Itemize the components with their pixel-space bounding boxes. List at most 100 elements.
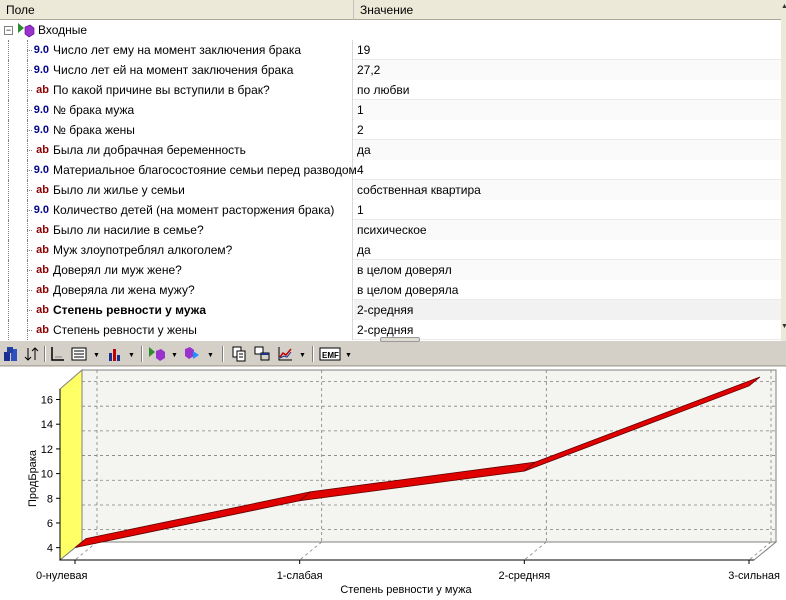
emf-dropdown-icon[interactable]: ▼ bbox=[345, 352, 352, 359]
collapse-icon[interactable]: − bbox=[4, 26, 13, 35]
property-row[interactable]: ab Было ли насилие в семье? психическое bbox=[0, 220, 781, 240]
axis-icon[interactable] bbox=[48, 345, 66, 363]
output-node-icon[interactable] bbox=[183, 345, 201, 363]
tree-line bbox=[27, 190, 32, 191]
tree-root-row[interactable]: − Входные bbox=[0, 20, 781, 40]
tree-line bbox=[27, 90, 32, 91]
toolbar-separator bbox=[141, 346, 143, 362]
tree-line bbox=[27, 310, 32, 311]
property-name: Была ли добрачная беременность bbox=[53, 143, 246, 157]
y-tick-label: 16 bbox=[41, 395, 53, 407]
property-row[interactable]: 9.0 Число лет ей на момент заключения бра… bbox=[0, 60, 781, 80]
property-row[interactable]: 9.0 № брака жены 2 bbox=[0, 120, 781, 140]
tree-line bbox=[8, 40, 9, 60]
property-value[interactable]: 2 bbox=[354, 120, 781, 140]
output-node-dropdown-icon[interactable]: ▼ bbox=[207, 352, 214, 359]
view-options-icon[interactable] bbox=[70, 345, 88, 363]
property-value[interactable]: 1 bbox=[354, 100, 781, 120]
property-value[interactable]: 19 bbox=[354, 40, 781, 60]
property-value[interactable]: да bbox=[354, 140, 781, 160]
tree-line bbox=[8, 80, 9, 100]
text-type-icon: ab bbox=[36, 144, 49, 156]
property-row[interactable]: ab Было ли жилье у семьи собственная кварт… bbox=[0, 180, 781, 200]
property-value[interactable]: да bbox=[354, 240, 781, 260]
bar-chart-dropdown-icon[interactable]: ▼ bbox=[128, 352, 135, 359]
property-row[interactable]: 9.0 № брака мужа 1 bbox=[0, 100, 781, 120]
copy-icon[interactable] bbox=[230, 345, 248, 363]
x-tick-label: 0-нулевая bbox=[36, 570, 87, 582]
property-name-cell[interactable]: 9.0 Число лет ей на момент заключения бра… bbox=[0, 60, 353, 80]
tree-line bbox=[27, 230, 32, 231]
tree-line bbox=[8, 320, 9, 340]
property-name-cell[interactable]: 9.0 Материальное благосостояние семьи пер… bbox=[0, 160, 357, 180]
property-row[interactable]: 9.0 Число лет ему на момент заключения бр… bbox=[0, 40, 781, 60]
tree-line bbox=[8, 160, 9, 180]
property-value[interactable]: 27,2 bbox=[354, 60, 781, 80]
property-name-cell[interactable]: ab Доверял ли муж жене? bbox=[0, 260, 353, 280]
property-row[interactable]: 9.0 Материальное благосостояние семьи пер… bbox=[0, 160, 781, 180]
column-header-value[interactable]: Значение bbox=[354, 0, 786, 20]
property-name-cell[interactable]: ab Доверяла ли жена мужу? bbox=[0, 280, 353, 300]
property-name-cell[interactable]: ab Степень ревности у мужа bbox=[0, 300, 353, 320]
property-name-cell[interactable]: ab Была ли добрачная беременность bbox=[0, 140, 353, 160]
property-name-cell[interactable]: ab Степень ревности у жены bbox=[0, 320, 353, 340]
tree-line bbox=[8, 300, 9, 320]
emf-label: EMF bbox=[322, 351, 339, 360]
property-value[interactable]: 1 bbox=[354, 200, 781, 220]
text-type-icon: ab bbox=[36, 244, 49, 256]
property-name-cell[interactable]: 9.0 Число лет ему на момент заключения бр… bbox=[0, 40, 353, 60]
scroll-down-icon[interactable]: ▼ bbox=[781, 322, 786, 332]
scroll-up-icon[interactable]: ▲ bbox=[781, 2, 786, 12]
bar-chart-icon[interactable] bbox=[106, 345, 124, 363]
property-name-cell[interactable]: ab Муж злоупотреблял алкоголем? bbox=[0, 240, 353, 260]
property-row[interactable]: 9.0 Количество детей (на момент расторжен… bbox=[0, 200, 781, 220]
tree-line bbox=[27, 170, 32, 171]
property-row[interactable]: ab По какой причине вы вступили в брак? по… bbox=[0, 80, 781, 100]
chart-back-wall bbox=[81, 369, 777, 543]
line-chart-icon[interactable] bbox=[276, 345, 294, 363]
property-name-cell[interactable]: 9.0 Количество детей (на момент расторжен… bbox=[0, 200, 353, 220]
tile-windows-icon[interactable] bbox=[253, 345, 271, 363]
property-name: № брака жены bbox=[53, 123, 135, 137]
property-row[interactable]: ab Муж злоупотреблял алкоголем? да bbox=[0, 240, 781, 260]
property-name-cell[interactable]: ab Было ли жилье у семьи bbox=[0, 180, 353, 200]
property-value[interactable]: 2-средняя bbox=[354, 300, 781, 320]
input-node-dropdown-icon[interactable]: ▼ bbox=[171, 352, 178, 359]
property-name-cell[interactable]: 9.0 № брака жены bbox=[0, 120, 353, 140]
property-name-cell[interactable]: ab Было ли насилие в семье? bbox=[0, 220, 353, 240]
toolbar-separator bbox=[312, 346, 314, 362]
property-value[interactable]: психическое bbox=[354, 220, 781, 240]
vertical-scrollbar[interactable]: ▲ ▼ bbox=[781, 0, 786, 341]
property-value[interactable]: по любви bbox=[354, 80, 781, 100]
properties-icon[interactable] bbox=[2, 345, 20, 363]
property-value[interactable]: 4 bbox=[354, 160, 781, 180]
line-chart-dropdown-icon[interactable]: ▼ bbox=[299, 352, 306, 359]
property-name: Число лет ей на момент заключения брака bbox=[53, 63, 294, 77]
tree-line bbox=[8, 120, 9, 140]
property-name-cell[interactable]: 9.0 № брака мужа bbox=[0, 100, 353, 120]
tree-line bbox=[27, 210, 32, 211]
tree-line bbox=[27, 110, 32, 111]
input-node-icon[interactable] bbox=[148, 345, 166, 363]
column-header-field[interactable]: Поле bbox=[0, 0, 354, 20]
sort-icon[interactable] bbox=[23, 345, 41, 363]
property-row[interactable]: ab Степень ревности у мужа 2-средняя bbox=[0, 300, 781, 320]
property-value[interactable]: в целом доверяла bbox=[354, 280, 781, 300]
property-name: Степень ревности у мужа bbox=[53, 303, 207, 317]
toolbar-separator bbox=[222, 346, 224, 362]
property-row[interactable]: ab Доверял ли муж жене? в целом доверял bbox=[0, 260, 781, 280]
tree-line bbox=[27, 330, 32, 331]
text-type-icon: ab bbox=[36, 304, 49, 316]
property-row[interactable]: ab Доверяла ли жена мужу? в целом доверяла bbox=[0, 280, 781, 300]
property-value[interactable]: собственная квартира bbox=[354, 180, 781, 200]
property-row[interactable]: ab Была ли добрачная беременность да bbox=[0, 140, 781, 160]
numeric-type-icon: 9.0 bbox=[33, 104, 49, 116]
view-options-dropdown-icon[interactable]: ▼ bbox=[93, 352, 100, 359]
property-value[interactable]: в целом доверял bbox=[354, 260, 781, 280]
toolbar-separator bbox=[44, 346, 46, 362]
tree-line bbox=[27, 250, 32, 251]
chart-toolbar: ▼ ▼ ▼ ▼ ▼ EMF ▼ bbox=[0, 342, 786, 366]
property-name-cell[interactable]: ab По какой причине вы вступили в брак? bbox=[0, 80, 353, 100]
tree-line bbox=[8, 140, 9, 160]
emf-export-icon[interactable]: EMF bbox=[319, 345, 341, 363]
